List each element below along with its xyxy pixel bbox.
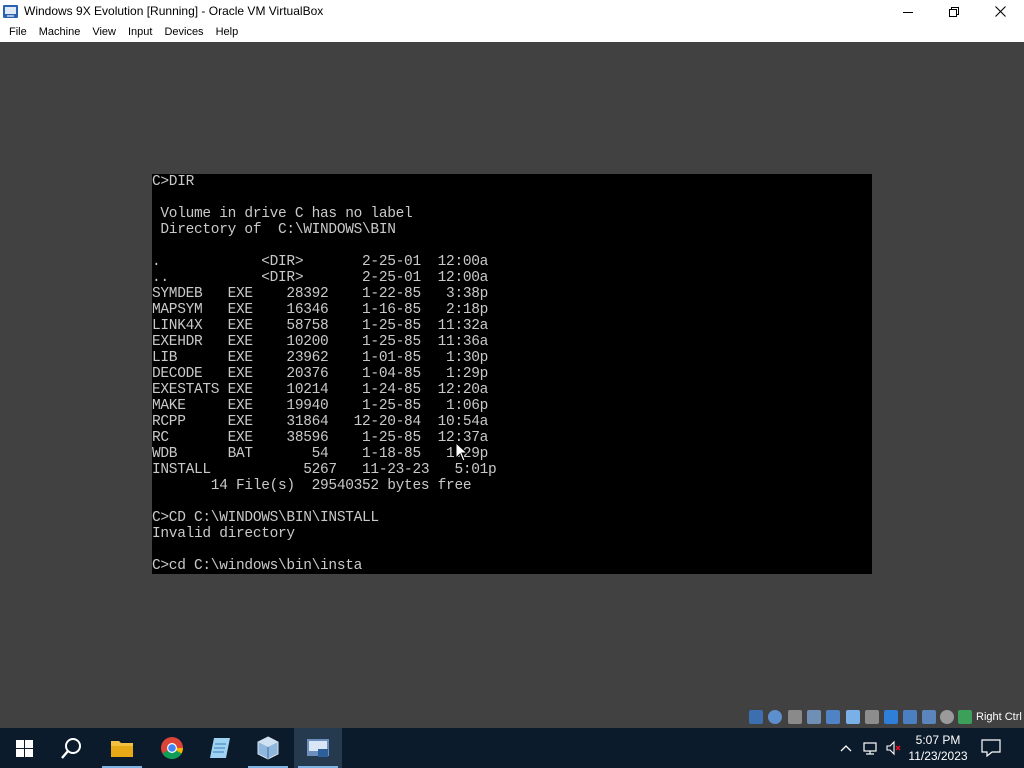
host-key-label[interactable]: Right Ctrl bbox=[976, 711, 1022, 723]
menu-devices[interactable]: Devices bbox=[158, 23, 209, 42]
console-line: EXESTATS EXE 10214 1-24-85 12:20a bbox=[152, 382, 489, 398]
console-line: INSTALL 5267 11-23-23 5:01p bbox=[152, 462, 497, 478]
menu-view[interactable]: View bbox=[86, 23, 122, 42]
console-line: LIB EXE 23962 1-01-85 1:30p bbox=[152, 350, 489, 366]
start-icon bbox=[15, 739, 33, 757]
notification-icon[interactable] bbox=[980, 738, 1002, 758]
screenshot-icon[interactable] bbox=[940, 710, 954, 724]
console-line: EXEHDR EXE 10200 1-25-85 11:36a bbox=[152, 334, 489, 350]
video-capture-icon[interactable] bbox=[903, 710, 917, 724]
menu-help[interactable]: Help bbox=[210, 23, 245, 42]
network-icon[interactable] bbox=[826, 710, 840, 724]
menu-machine[interactable]: Machine bbox=[33, 23, 87, 42]
console-line: C>DIR bbox=[152, 174, 195, 190]
search-icon bbox=[61, 738, 81, 759]
optical-drive-icon[interactable] bbox=[768, 710, 782, 724]
console-line: Directory of C:\WINDOWS\BIN bbox=[152, 222, 396, 238]
vbox-status-bar: Right Ctrl bbox=[0, 706, 1024, 728]
taskbar-vm-window[interactable] bbox=[294, 728, 342, 768]
dos-console[interactable]: C>DIR Volume in drive C has no label Dir… bbox=[152, 174, 872, 574]
console-line: C>cd C:\windows\bin\insta bbox=[152, 558, 363, 574]
menu-bar: File Machine View Input Devices Help bbox=[0, 23, 1024, 42]
minimize-button[interactable] bbox=[885, 0, 931, 23]
network-icon[interactable] bbox=[862, 740, 878, 756]
usb-icon[interactable] bbox=[846, 710, 860, 724]
floppy-icon[interactable] bbox=[788, 710, 802, 724]
console-line: .. <DIR> 2-25-01 12:00a bbox=[152, 270, 489, 286]
console-line: Volume in drive C has no label bbox=[152, 206, 413, 222]
search-button[interactable] bbox=[48, 728, 96, 768]
mouse-cursor-icon bbox=[455, 442, 468, 462]
taskbar-chrome[interactable] bbox=[148, 728, 196, 768]
clock-date: 11/23/2023 bbox=[908, 749, 968, 763]
monitor-icon[interactable] bbox=[922, 710, 936, 724]
console-line: . <DIR> 2-25-01 12:00a bbox=[152, 254, 489, 270]
close-icon bbox=[994, 6, 1006, 17]
window-title: Windows 9X Evolution [Running] - Oracle … bbox=[24, 4, 324, 18]
taskbar-virtualbox[interactable] bbox=[244, 728, 292, 768]
console-line: DECODE EXE 20376 1-04-85 1:29p bbox=[152, 366, 489, 382]
vm-window-icon bbox=[307, 739, 329, 757]
notepad-icon bbox=[210, 738, 230, 758]
title-bar: Windows 9X Evolution [Running] - Oracle … bbox=[0, 0, 1024, 23]
chevron-up-icon[interactable] bbox=[838, 740, 854, 756]
console-line: RC EXE 38596 1-25-85 12:37a bbox=[152, 430, 489, 446]
clock-time: 5:07 PM bbox=[915, 733, 961, 747]
chrome-icon bbox=[161, 737, 183, 759]
console-line: 14 File(s) 29540352 bytes free bbox=[152, 478, 472, 494]
console-line: MAKE EXE 19940 1-25-85 1:06p bbox=[152, 398, 489, 414]
console-line: RCPP EXE 31864 12-20-84 10:54a bbox=[152, 414, 489, 430]
virtualbox-icon bbox=[257, 736, 279, 760]
console-line: MAPSYM EXE 16346 1-16-85 2:18p bbox=[152, 302, 489, 318]
console-line: LINK4X EXE 58758 1-25-85 11:32a bbox=[152, 318, 489, 334]
restore-icon bbox=[949, 6, 959, 17]
speaker-muted-icon[interactable] bbox=[885, 740, 901, 756]
shared-folders-icon[interactable] bbox=[865, 710, 879, 724]
console-line: C>CD C:\WINDOWS\BIN\INSTALL bbox=[152, 510, 379, 526]
close-button[interactable] bbox=[977, 0, 1023, 23]
console-line: WDB BAT 54 1-18-85 1:29p bbox=[152, 446, 489, 462]
menu-file[interactable]: File bbox=[3, 23, 33, 42]
display-icon[interactable] bbox=[884, 710, 898, 724]
console-line: Invalid directory bbox=[152, 526, 295, 542]
hard-disk-icon[interactable] bbox=[749, 710, 763, 724]
menu-input[interactable]: Input bbox=[122, 23, 158, 42]
windows-taskbar: 5:07 PM 11/23/2023 bbox=[0, 728, 1024, 768]
start-button[interactable] bbox=[0, 728, 48, 768]
virtualbox-app-icon[interactable] bbox=[2, 3, 19, 20]
audio-icon[interactable] bbox=[807, 710, 821, 724]
processor-icon[interactable] bbox=[958, 710, 972, 724]
file-explorer-icon bbox=[111, 741, 133, 757]
taskbar-notepad[interactable] bbox=[196, 728, 244, 768]
taskbar-file-explorer[interactable] bbox=[98, 728, 146, 768]
system-clock[interactable]: 5:07 PM 11/23/2023 bbox=[900, 732, 976, 764]
minimize-icon bbox=[903, 11, 913, 13]
console-line: SYMDEB EXE 28392 1-22-85 3:38p bbox=[152, 286, 489, 302]
restore-button[interactable] bbox=[931, 0, 977, 23]
